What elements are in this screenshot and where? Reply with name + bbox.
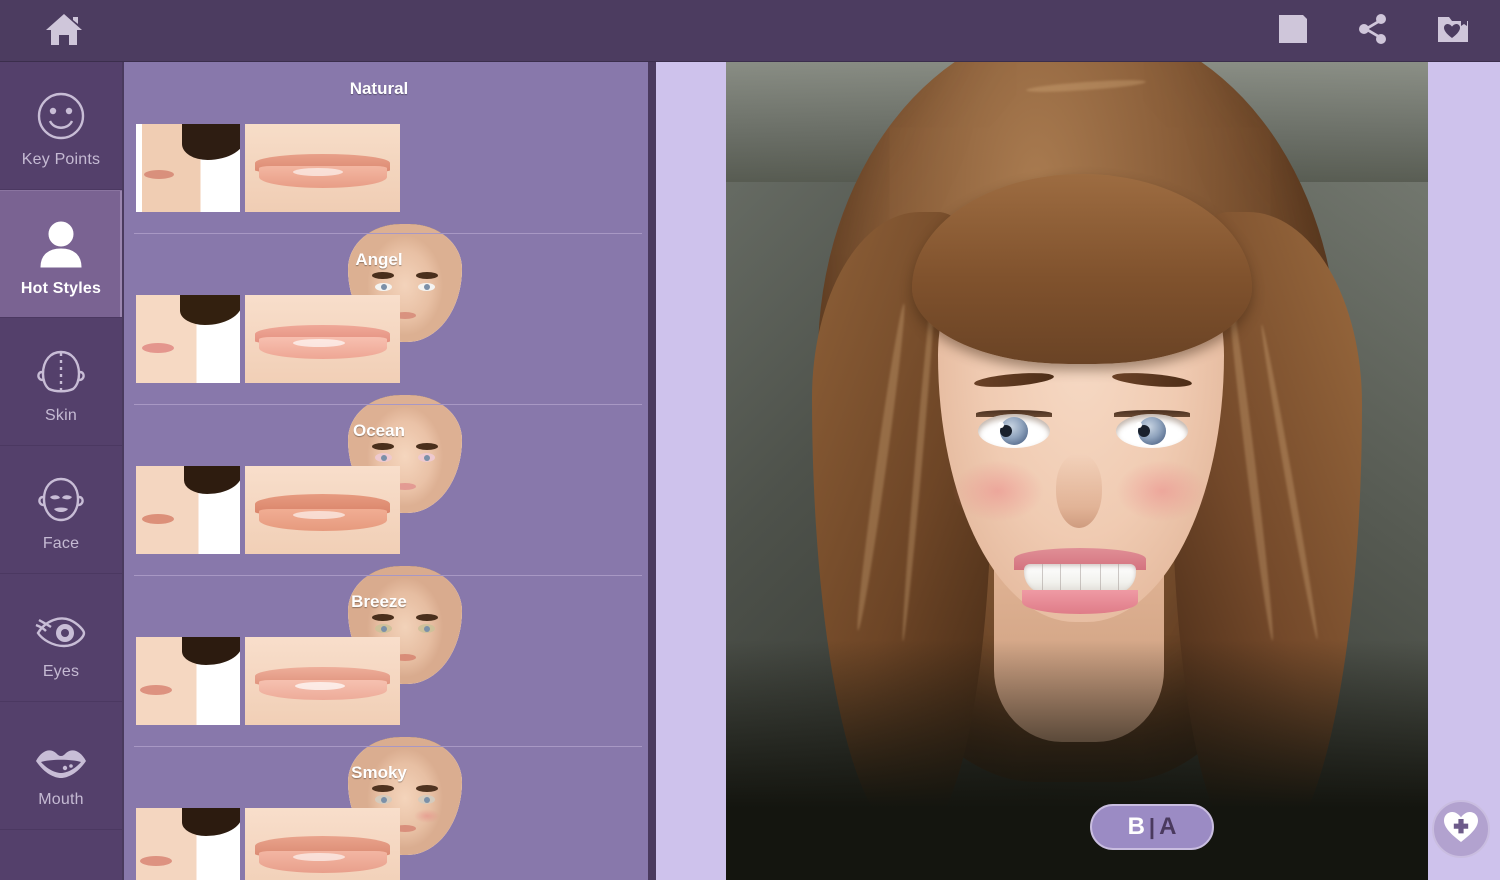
home-button[interactable] (28, 8, 100, 54)
heart-plus-icon (1443, 810, 1479, 849)
thumbnail-lips-closeup[interactable] (245, 295, 400, 383)
sidebar-item-skin[interactable]: Skin (0, 318, 122, 446)
before-label: B (1127, 813, 1145, 840)
hot-styles-list: Natural Angel Ocean Breeze Smoky (124, 62, 656, 880)
sidebar-item-label: Eyes (42, 663, 80, 680)
style-thumbnails (136, 605, 462, 855)
app-root: Key Points Hot Styles Skin Face Eyes Mou… (0, 0, 1500, 880)
after-label: A (1159, 813, 1177, 840)
share-button[interactable] (1342, 8, 1404, 54)
face-icon (33, 466, 89, 528)
lips-icon (32, 722, 90, 784)
add-to-favorites-button[interactable] (1432, 800, 1490, 858)
thumbnail-lips-closeup[interactable] (245, 466, 400, 554)
top-toolbar (0, 0, 1500, 62)
style-thumbnails (136, 776, 400, 880)
portrait-photo[interactable]: B | A (726, 62, 1428, 880)
person-icon (33, 211, 89, 273)
photo-stage: B | A (656, 62, 1500, 880)
thumbnail-half-face[interactable] (136, 808, 240, 880)
style-row[interactable]: Breeze (124, 575, 656, 855)
thumbnail-lips-closeup[interactable] (245, 808, 400, 880)
thumbnail-lips-closeup[interactable] (245, 124, 400, 212)
thumbnail-half-face[interactable] (136, 466, 240, 554)
eye-icon (32, 594, 90, 656)
thumbnail-half-face[interactable] (136, 295, 240, 383)
thumbnail-half-face[interactable] (136, 124, 240, 212)
thumbnail-half-face[interactable] (136, 637, 240, 725)
sidebar-item-eyes[interactable]: Eyes (0, 574, 122, 702)
sidebar-item-label: Skin (45, 407, 77, 424)
style-thumbnails (136, 434, 462, 684)
share-icon (1357, 13, 1389, 50)
thumbnail-lips-closeup[interactable] (245, 637, 400, 725)
style-row[interactable]: Ocean (124, 404, 656, 684)
sidebar-item-label: Hot Styles (20, 279, 102, 297)
style-thumbnails (136, 92, 462, 342)
style-row[interactable]: Smoky (124, 746, 656, 880)
save-button[interactable] (1262, 8, 1324, 54)
style-row[interactable]: Natural (124, 62, 656, 342)
smiley-face-icon (33, 82, 89, 144)
before-after-toggle[interactable]: B | A (1090, 804, 1214, 850)
sidebar-item-hot-styles[interactable]: Hot Styles (0, 190, 122, 318)
home-icon (44, 11, 84, 52)
sidebar-item-label: Key Points (21, 151, 101, 168)
sidebar-item-key-points[interactable]: Key Points (0, 62, 122, 190)
folder-heart-icon (1437, 14, 1469, 49)
style-thumbnails (136, 263, 462, 513)
panel-divider (648, 62, 656, 880)
sidebar-item-label: Mouth (38, 791, 84, 808)
hot-styles-panel: Natural Angel Ocean Breeze Smoky (122, 62, 656, 880)
toggle-separator: | (1148, 814, 1156, 839)
save-icon (1277, 13, 1309, 50)
sidebar-item-face[interactable]: Face (0, 446, 122, 574)
sidebar: Key Points Hot Styles Skin Face Eyes Mou… (0, 62, 122, 880)
sidebar-item-mouth[interactable]: Mouth (0, 702, 122, 830)
sidebar-item-label: Face (42, 535, 80, 552)
style-row[interactable]: Angel (124, 233, 656, 513)
favorites-folder-button[interactable] (1422, 8, 1484, 54)
head-dotted-icon (33, 338, 89, 400)
